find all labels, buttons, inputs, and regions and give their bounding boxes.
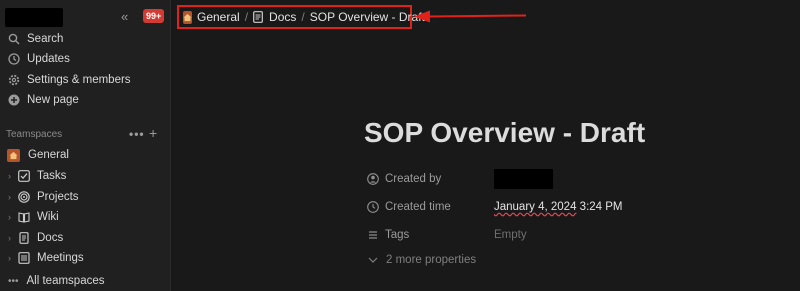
more-dots-icon: ••• (8, 275, 19, 287)
nav-search[interactable]: Search (8, 30, 63, 48)
property-created-time[interactable]: Created time January 4, 2024 3:24 PM (367, 198, 623, 216)
more-options-icon[interactable]: ••• (129, 127, 145, 141)
teamspace-label: Tasks (37, 170, 67, 182)
breadcrumb-docs[interactable]: Docs (269, 10, 296, 24)
nav-settings[interactable]: Settings & members (8, 71, 131, 89)
checkbox-icon (18, 170, 30, 182)
teamspace-wiki[interactable]: › Wiki (5, 208, 59, 226)
teamspace-docs[interactable]: › Docs (5, 229, 63, 247)
nav-label: New page (27, 94, 79, 106)
chevron-right-icon[interactable]: › (5, 171, 14, 181)
add-teamspace-icon[interactable]: + (149, 125, 157, 141)
annotation-arrow-icon (414, 10, 527, 23)
list-icon (367, 229, 379, 241)
collapse-sidebar-icon[interactable]: « (121, 9, 128, 24)
more-properties-toggle[interactable]: 2 more properties (368, 254, 476, 266)
property-tags[interactable]: Tags Empty (367, 226, 527, 244)
document-icon (18, 232, 30, 244)
plus-circle-icon (8, 94, 20, 106)
teamspace-label: Wiki (37, 211, 59, 223)
property-label: Created time (385, 201, 451, 213)
teamspace-projects[interactable]: › Projects (5, 188, 79, 206)
teamspace-general[interactable]: General (5, 146, 69, 164)
gear-icon (8, 74, 20, 86)
nav-label: Search (27, 33, 64, 45)
breadcrumb-current-page[interactable]: SOP Overview - Draft (310, 10, 425, 24)
chevron-right-icon[interactable]: › (5, 233, 14, 243)
target-icon (18, 191, 30, 203)
breadcrumb: General / Docs / SOP Overview - Draft (177, 5, 425, 29)
teamspace-meetings[interactable]: › Meetings (5, 249, 84, 267)
created-time-value: January 4, 2024 3:24 PM (494, 201, 623, 213)
chevron-right-icon[interactable]: › (5, 212, 14, 222)
page-title[interactable]: SOP Overview - Draft (364, 117, 645, 149)
property-label: Created by (385, 173, 442, 185)
list-icon (18, 252, 30, 264)
tags-value: Empty (494, 229, 527, 241)
all-teamspaces-label: All teamspaces (26, 275, 105, 287)
clock-icon (367, 201, 379, 213)
nav-new-page[interactable]: New page (8, 91, 79, 109)
chevron-down-icon (368, 257, 378, 263)
breadcrumb-general[interactable]: General (197, 10, 240, 24)
created-by-value-redacted (494, 169, 553, 189)
user-circle-icon (367, 173, 379, 185)
breadcrumb-separator: / (244, 10, 249, 24)
breadcrumb-separator: / (301, 10, 305, 24)
teamspace-label: Docs (37, 232, 64, 244)
chevron-right-icon[interactable]: › (5, 192, 14, 202)
chevron-right-icon[interactable]: › (5, 253, 14, 263)
notification-badge[interactable]: 99+ (143, 9, 165, 23)
more-properties-label: 2 more properties (386, 254, 477, 266)
home-icon (7, 148, 20, 162)
document-icon (253, 11, 263, 23)
nav-label: Updates (27, 53, 70, 65)
book-icon (18, 211, 30, 223)
property-created-by[interactable]: Created by (367, 169, 553, 189)
teamspace-label: Projects (37, 191, 79, 203)
teamspaces-header: Teamspaces (6, 129, 63, 140)
workspace-name-redacted[interactable] (5, 8, 63, 27)
teamspace-tasks[interactable]: › Tasks (5, 167, 66, 185)
clock-icon (8, 53, 20, 65)
search-icon (8, 33, 20, 45)
created-time-date: January 4, 2024 (494, 201, 577, 213)
nav-updates[interactable]: Updates (8, 50, 70, 68)
teamspace-label: Meetings (37, 252, 84, 264)
created-time-time: 3:24 PM (576, 201, 623, 213)
property-label: Tags (385, 229, 410, 241)
nav-label: Settings & members (27, 74, 131, 86)
sidebar: « 99+ Search Updates Settings & members … (0, 0, 171, 291)
all-teamspaces[interactable]: ••• All teamspaces (8, 272, 105, 290)
teamspace-label: General (28, 149, 69, 161)
home-icon (183, 10, 192, 24)
